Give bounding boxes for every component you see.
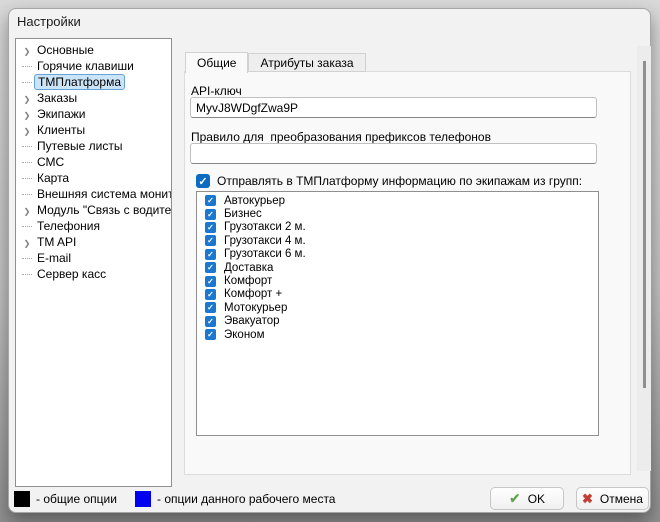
group-item[interactable]: Грузотакси 6 м.: [197, 248, 598, 261]
checkbox-checked-icon[interactable]: [196, 174, 210, 188]
groups-checklist[interactable]: Автокурьер Бизнес Грузотакси 2 м. Грузот…: [196, 191, 599, 436]
tree-item[interactable]: Заказы: [20, 90, 171, 106]
chevron-right-icon[interactable]: [24, 41, 31, 59]
window-title: Настройки: [17, 14, 81, 29]
group-item[interactable]: Эвакуатор: [197, 315, 598, 328]
blue-square-icon: [135, 491, 151, 507]
checkbox-checked-icon[interactable]: [205, 249, 216, 260]
group-item[interactable]: Грузотакси 4 м.: [197, 234, 598, 247]
tree-connector: [22, 194, 32, 195]
prefix-rule-label: Правило для преобразования префиксов тел…: [191, 130, 491, 144]
tree-item[interactable]: TM API: [20, 234, 171, 250]
group-item[interactable]: Грузотакси 2 м.: [197, 221, 598, 234]
tree-item[interactable]: Карта: [20, 170, 171, 186]
chevron-right-icon[interactable]: [24, 121, 31, 139]
group-item[interactable]: Комфорт +: [197, 288, 598, 301]
api-key-input[interactable]: [190, 97, 597, 118]
tree-connector: [22, 178, 32, 179]
group-item[interactable]: Автокурьер: [197, 194, 598, 207]
tree-item[interactable]: Экипажи: [20, 106, 171, 122]
checkbox-checked-icon[interactable]: [205, 262, 216, 273]
tree-item[interactable]: СМС: [20, 154, 171, 170]
legend-common-options: - общие опции: [14, 490, 117, 507]
tree-item[interactable]: Клиенты: [20, 122, 171, 138]
group-item[interactable]: Мотокурьер: [197, 301, 598, 314]
tree-connector: [22, 162, 32, 163]
tree-item[interactable]: Внешняя система мониторинга: [20, 186, 171, 202]
tree-item[interactable]: Путевые листы: [20, 138, 171, 154]
tree-connector: [22, 226, 32, 227]
legend-workplace-options: - опции данного рабочего места: [135, 490, 335, 507]
checkbox-checked-icon[interactable]: [205, 302, 216, 313]
tree-item[interactable]: Телефония: [20, 218, 171, 234]
tree-connector: [22, 66, 32, 67]
checkbox-checked-icon[interactable]: [205, 316, 216, 327]
prefix-rule-input[interactable]: [190, 143, 597, 164]
settings-dialog: Настройки Основные Горячие клавиши ТМПла…: [8, 8, 651, 513]
tree-item[interactable]: Сервер касс: [20, 266, 171, 282]
checkbox-checked-icon[interactable]: [205, 289, 216, 300]
tree-connector: [22, 258, 32, 259]
group-item[interactable]: Комфорт: [197, 274, 598, 287]
tree-item[interactable]: Основные: [20, 42, 171, 58]
tab-general[interactable]: Общие: [185, 52, 248, 73]
tree-connector: [22, 274, 32, 275]
checkbox-checked-icon[interactable]: [205, 195, 216, 206]
group-item[interactable]: Бизнес: [197, 207, 598, 220]
checkbox-checked-icon[interactable]: [205, 209, 216, 220]
tree-item[interactable]: Горячие клавиши: [20, 58, 171, 74]
send-groups-checkbox-row[interactable]: Отправлять в ТМПлатформу информацию по э…: [196, 174, 582, 188]
tree-connector: [22, 146, 32, 147]
group-item[interactable]: Доставка: [197, 261, 598, 274]
cancel-button[interactable]: Отмена: [576, 487, 649, 510]
scrollbar-thumb[interactable]: [643, 61, 646, 388]
tab-order-attributes[interactable]: Атрибуты заказа: [248, 53, 365, 72]
checkbox-checked-icon[interactable]: [205, 222, 216, 233]
tree-connector: [22, 82, 32, 83]
checkbox-checked-icon[interactable]: [205, 235, 216, 246]
tab-strip: Общие Атрибуты заказа: [185, 51, 366, 72]
send-groups-label: Отправлять в ТМПлатформу информацию по э…: [217, 174, 582, 188]
tree-item[interactable]: E-mail: [20, 250, 171, 266]
vertical-scrollbar[interactable]: [637, 46, 651, 471]
checkbox-checked-icon[interactable]: [205, 329, 216, 340]
black-square-icon: [14, 491, 30, 507]
cross-icon: [582, 491, 593, 507]
group-item[interactable]: Эконом: [197, 328, 598, 341]
api-key-label: API-ключ: [191, 84, 242, 98]
tree-item[interactable]: Модуль "Связь с водителями": [20, 202, 171, 218]
tree-item-selected[interactable]: ТМПлатформа: [20, 74, 171, 90]
chevron-right-icon[interactable]: [24, 201, 31, 219]
chevron-right-icon[interactable]: [24, 233, 31, 251]
check-icon: [509, 490, 521, 507]
settings-tree[interactable]: Основные Горячие клавиши ТМПлатформа Зак…: [15, 38, 172, 487]
checkbox-checked-icon[interactable]: [205, 276, 216, 287]
ok-button[interactable]: OK: [490, 487, 564, 510]
